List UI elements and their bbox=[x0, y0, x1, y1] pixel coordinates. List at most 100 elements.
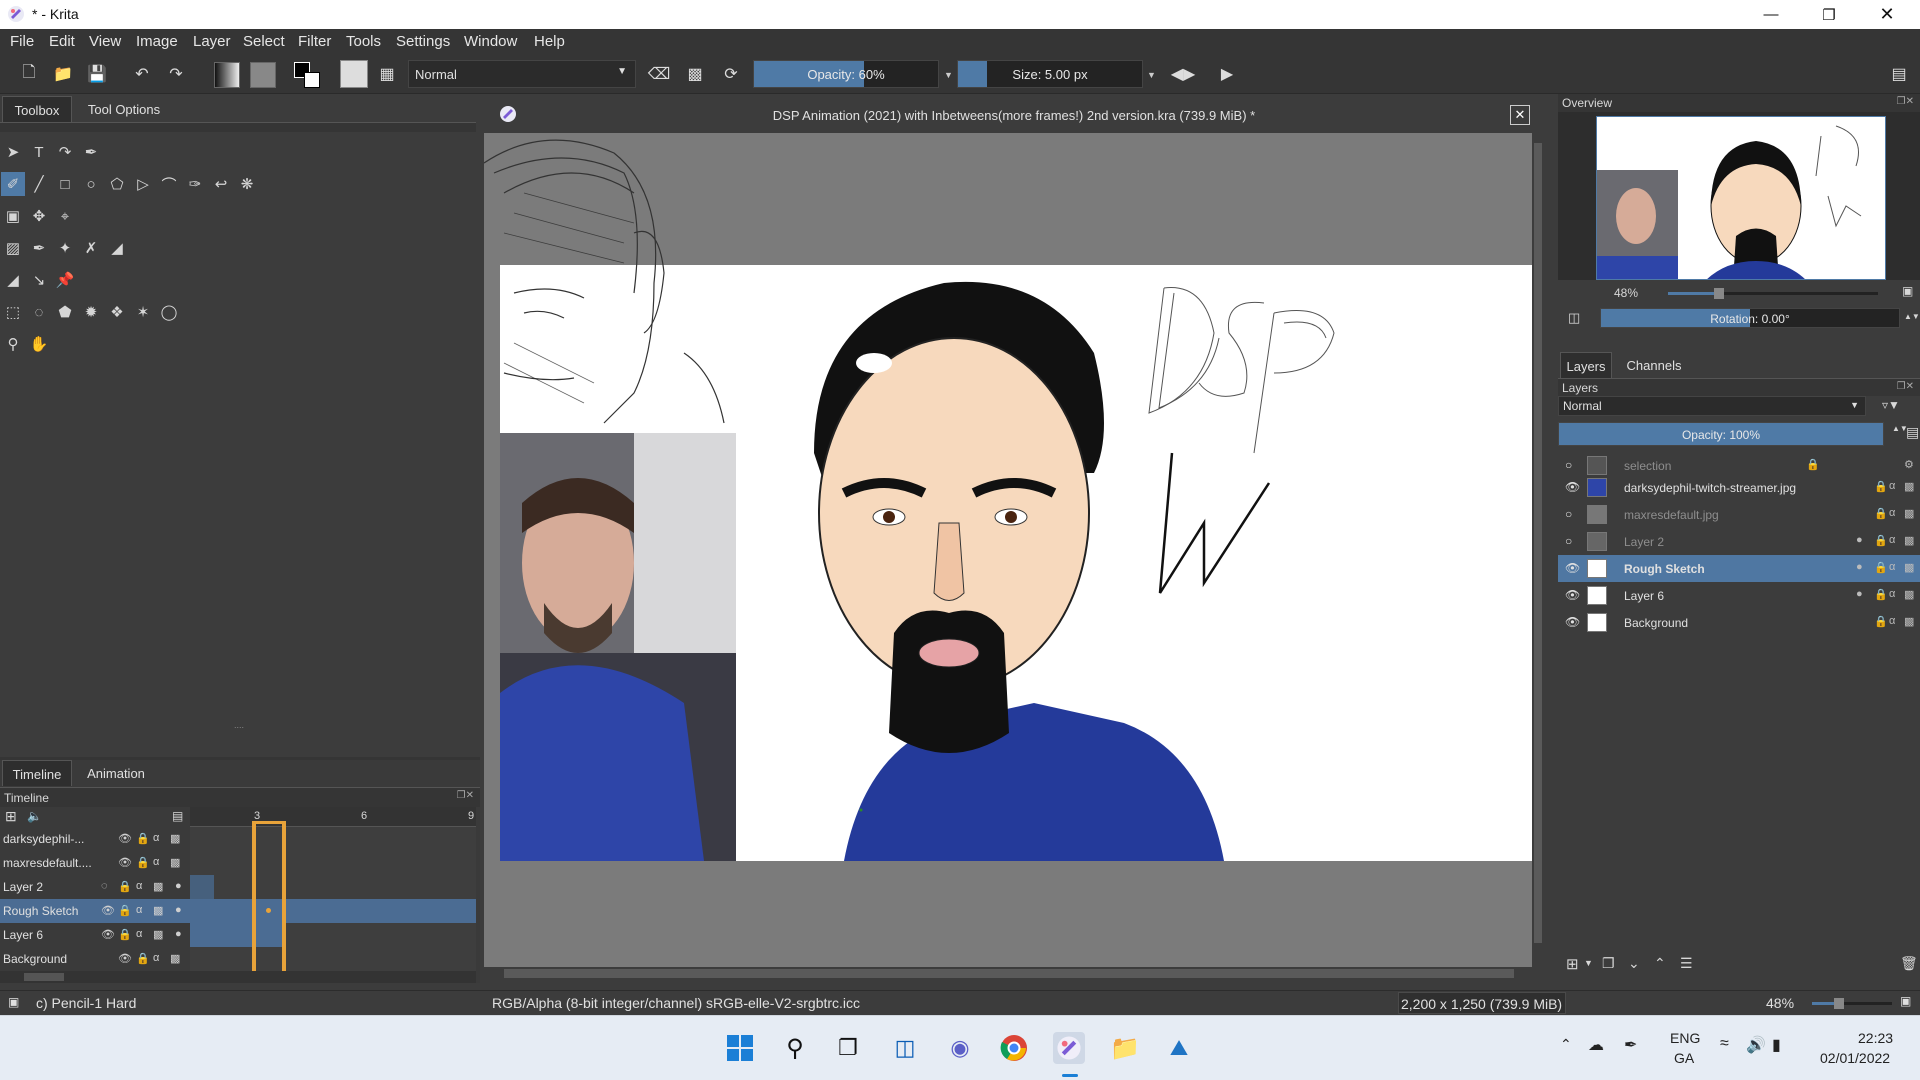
move-layer-down-icon[interactable]: ⌄ bbox=[1628, 955, 1640, 972]
lock-icon[interactable]: 🔒 bbox=[1874, 588, 1888, 601]
menu-edit[interactable]: Edit bbox=[49, 33, 75, 50]
visibility-eye-icon[interactable]: 👁 bbox=[118, 832, 132, 845]
tab-channels[interactable]: Channels bbox=[1616, 352, 1692, 378]
tab-toolbox[interactable]: Toolbox bbox=[2, 96, 72, 122]
line-tool-icon[interactable]: ╱ bbox=[27, 172, 51, 196]
fit-view-icon[interactable]: ▣ bbox=[1902, 284, 1913, 298]
layer-row[interactable]: 👁 darksydephil-twitch-streamer.jpg 🔒 α ▩ bbox=[1558, 474, 1920, 501]
widgets-icon[interactable]: ◫ bbox=[889, 1032, 921, 1064]
onion-skin-icon[interactable]: ● bbox=[1856, 561, 1863, 573]
restore-button[interactable]: ❐ bbox=[1800, 0, 1858, 29]
alpha-icon[interactable]: α bbox=[153, 856, 159, 868]
onion-skin-icon[interactable]: ● bbox=[1856, 534, 1863, 546]
overview-viewport-frame[interactable] bbox=[1596, 116, 1886, 280]
reload-preset-icon[interactable]: ⟳ bbox=[720, 63, 742, 85]
size-slider[interactable]: Size: 5.00 px bbox=[957, 60, 1143, 88]
keyboard-region[interactable]: GA bbox=[1674, 1050, 1694, 1066]
add-layer-menu-icon[interactable]: ▼ bbox=[1584, 958, 1593, 968]
transform-tool-icon[interactable]: ▣ bbox=[1, 204, 25, 228]
assistant-tool-icon[interactable]: ◢ bbox=[1, 268, 25, 292]
hidden-eye-icon[interactable]: ○ bbox=[1565, 534, 1572, 548]
ellipse-tool-icon[interactable]: ○ bbox=[79, 172, 103, 196]
inherit-alpha-icon[interactable]: ▩ bbox=[153, 904, 163, 917]
zoom-slider[interactable] bbox=[1812, 998, 1892, 1009]
layer-properties-icon[interactable]: ▤ bbox=[1906, 424, 1919, 441]
layer-row[interactable]: 👁 Rough Sketch ● 🔒 α ▩ bbox=[1558, 555, 1920, 582]
mirror-view-icon[interactable]: ◫ bbox=[1568, 310, 1580, 326]
docker-float-close-icon[interactable]: ❐✕ bbox=[1897, 96, 1914, 107]
alpha-icon[interactable]: α bbox=[1889, 534, 1895, 546]
inherit-alpha-icon[interactable]: ▩ bbox=[170, 952, 180, 965]
frame-grid[interactable] bbox=[190, 821, 476, 971]
inherit-alpha-icon[interactable]: ▩ bbox=[1904, 507, 1914, 520]
lock-icon[interactable]: 🔒 bbox=[136, 832, 150, 845]
clock-date[interactable]: 02/01/2022 bbox=[1820, 1050, 1890, 1066]
polyline-tool-icon[interactable]: ▷ bbox=[131, 172, 155, 196]
pan-tool-icon[interactable]: ✋ bbox=[27, 332, 51, 356]
open-folder-icon[interactable]: 📁 bbox=[52, 63, 74, 85]
battery-icon[interactable]: ▮ bbox=[1772, 1035, 1781, 1055]
workspace-grid-icon[interactable]: ▦ bbox=[376, 63, 398, 85]
inherit-alpha-icon[interactable]: ▩ bbox=[1904, 588, 1914, 601]
alpha-icon[interactable]: α bbox=[136, 904, 142, 916]
canvas-vertical-scrollbar[interactable] bbox=[1532, 133, 1544, 967]
alpha-icon[interactable]: α bbox=[1889, 561, 1895, 573]
freehand-path-tool-icon[interactable]: ✑ bbox=[183, 172, 207, 196]
menu-filter[interactable]: Filter bbox=[298, 33, 331, 50]
language-indicator[interactable]: ENG bbox=[1670, 1030, 1700, 1046]
freehand-selection-tool-icon[interactable]: ✹ bbox=[79, 300, 103, 324]
frame-ruler[interactable]: 3 6 9 bbox=[190, 807, 476, 827]
canvas-horizontal-scrollbar[interactable] bbox=[484, 967, 1544, 980]
overview-thumbnail[interactable] bbox=[1558, 112, 1920, 280]
artwork-canvas[interactable] bbox=[484, 133, 1532, 967]
inherit-alpha-icon[interactable]: ▩ bbox=[153, 880, 163, 893]
visibility-eye-icon[interactable]: 👁 bbox=[1565, 480, 1580, 494]
hidden-eye-icon[interactable]: ◌ bbox=[101, 880, 108, 892]
pen-icon[interactable]: ✒ bbox=[1624, 1035, 1637, 1055]
freehand-brush-tool-icon[interactable]: ✐ bbox=[1, 172, 25, 196]
hidden-eye-icon[interactable]: ○ bbox=[1565, 507, 1572, 521]
menu-image[interactable]: Image bbox=[136, 33, 178, 50]
menu-settings[interactable]: Settings bbox=[396, 33, 450, 50]
krita-taskbar-icon[interactable] bbox=[1053, 1032, 1085, 1064]
polygon-tool-icon[interactable]: ⬠ bbox=[105, 172, 129, 196]
alpha-icon[interactable]: α bbox=[136, 880, 142, 892]
menu-help[interactable]: Help bbox=[534, 33, 565, 50]
save-icon[interactable]: 💾 bbox=[86, 63, 108, 85]
polygonal-selection-tool-icon[interactable]: ⬟ bbox=[53, 300, 77, 324]
brush-preset-icon[interactable] bbox=[340, 60, 368, 88]
inherit-alpha-icon[interactable]: ▩ bbox=[1904, 615, 1914, 628]
tab-layers[interactable]: Layers bbox=[1560, 352, 1612, 378]
clock-time[interactable]: 22:23 bbox=[1858, 1030, 1893, 1046]
alpha-icon[interactable]: α bbox=[153, 832, 159, 844]
opacity-chevron-icon[interactable]: ▼ bbox=[944, 70, 953, 80]
smart-patch-tool-icon[interactable]: ✗ bbox=[79, 236, 103, 260]
visibility-eye-icon[interactable]: 👁 bbox=[1565, 561, 1580, 575]
docker-float-close-icon[interactable]: ❐✕ bbox=[457, 790, 474, 801]
zoom-tool-icon[interactable]: ⚲ bbox=[1, 332, 25, 356]
lock-icon[interactable]: 🔒 bbox=[136, 856, 150, 869]
filter-icon[interactable]: ▿▼ bbox=[1882, 398, 1900, 412]
minimize-button[interactable]: — bbox=[1742, 0, 1800, 29]
photos-icon[interactable]: ⛰ bbox=[1163, 1032, 1195, 1064]
eraser-icon[interactable]: ⌫ bbox=[648, 63, 671, 85]
dock-toggle-icon[interactable]: ▤ bbox=[1888, 63, 1910, 85]
redo-icon[interactable]: ↷ bbox=[165, 63, 187, 85]
add-layer-icon[interactable]: ⊞ bbox=[1566, 955, 1579, 973]
settings-gear-icon[interactable]: ⚙ bbox=[1904, 458, 1914, 471]
select-shapes-tool-icon[interactable]: ➤ bbox=[1, 140, 25, 164]
inherit-alpha-icon[interactable]: ▩ bbox=[170, 856, 180, 869]
alpha-lock-icon[interactable]: ▩ bbox=[684, 63, 706, 85]
menu-select[interactable]: Select bbox=[243, 33, 285, 50]
close-document-icon[interactable]: ✕ bbox=[1510, 105, 1530, 125]
measure-tool-icon[interactable]: ↘ bbox=[27, 268, 51, 292]
search-icon[interactable]: ⚲ bbox=[779, 1032, 811, 1064]
onion-skin-icon[interactable]: ● bbox=[175, 904, 182, 916]
alpha-icon[interactable]: α bbox=[1889, 615, 1895, 627]
undo-icon[interactable]: ↶ bbox=[131, 63, 153, 85]
chrome-icon[interactable] bbox=[998, 1032, 1030, 1064]
timeline-layer-row[interactable]: Layer 6 👁 🔒 α ▩ ● bbox=[0, 923, 190, 947]
new-document-icon[interactable]: 🗋 bbox=[18, 63, 40, 85]
alpha-icon[interactable]: α bbox=[1889, 480, 1895, 492]
blend-mode-select[interactable]: Normal ▼ bbox=[408, 60, 636, 88]
